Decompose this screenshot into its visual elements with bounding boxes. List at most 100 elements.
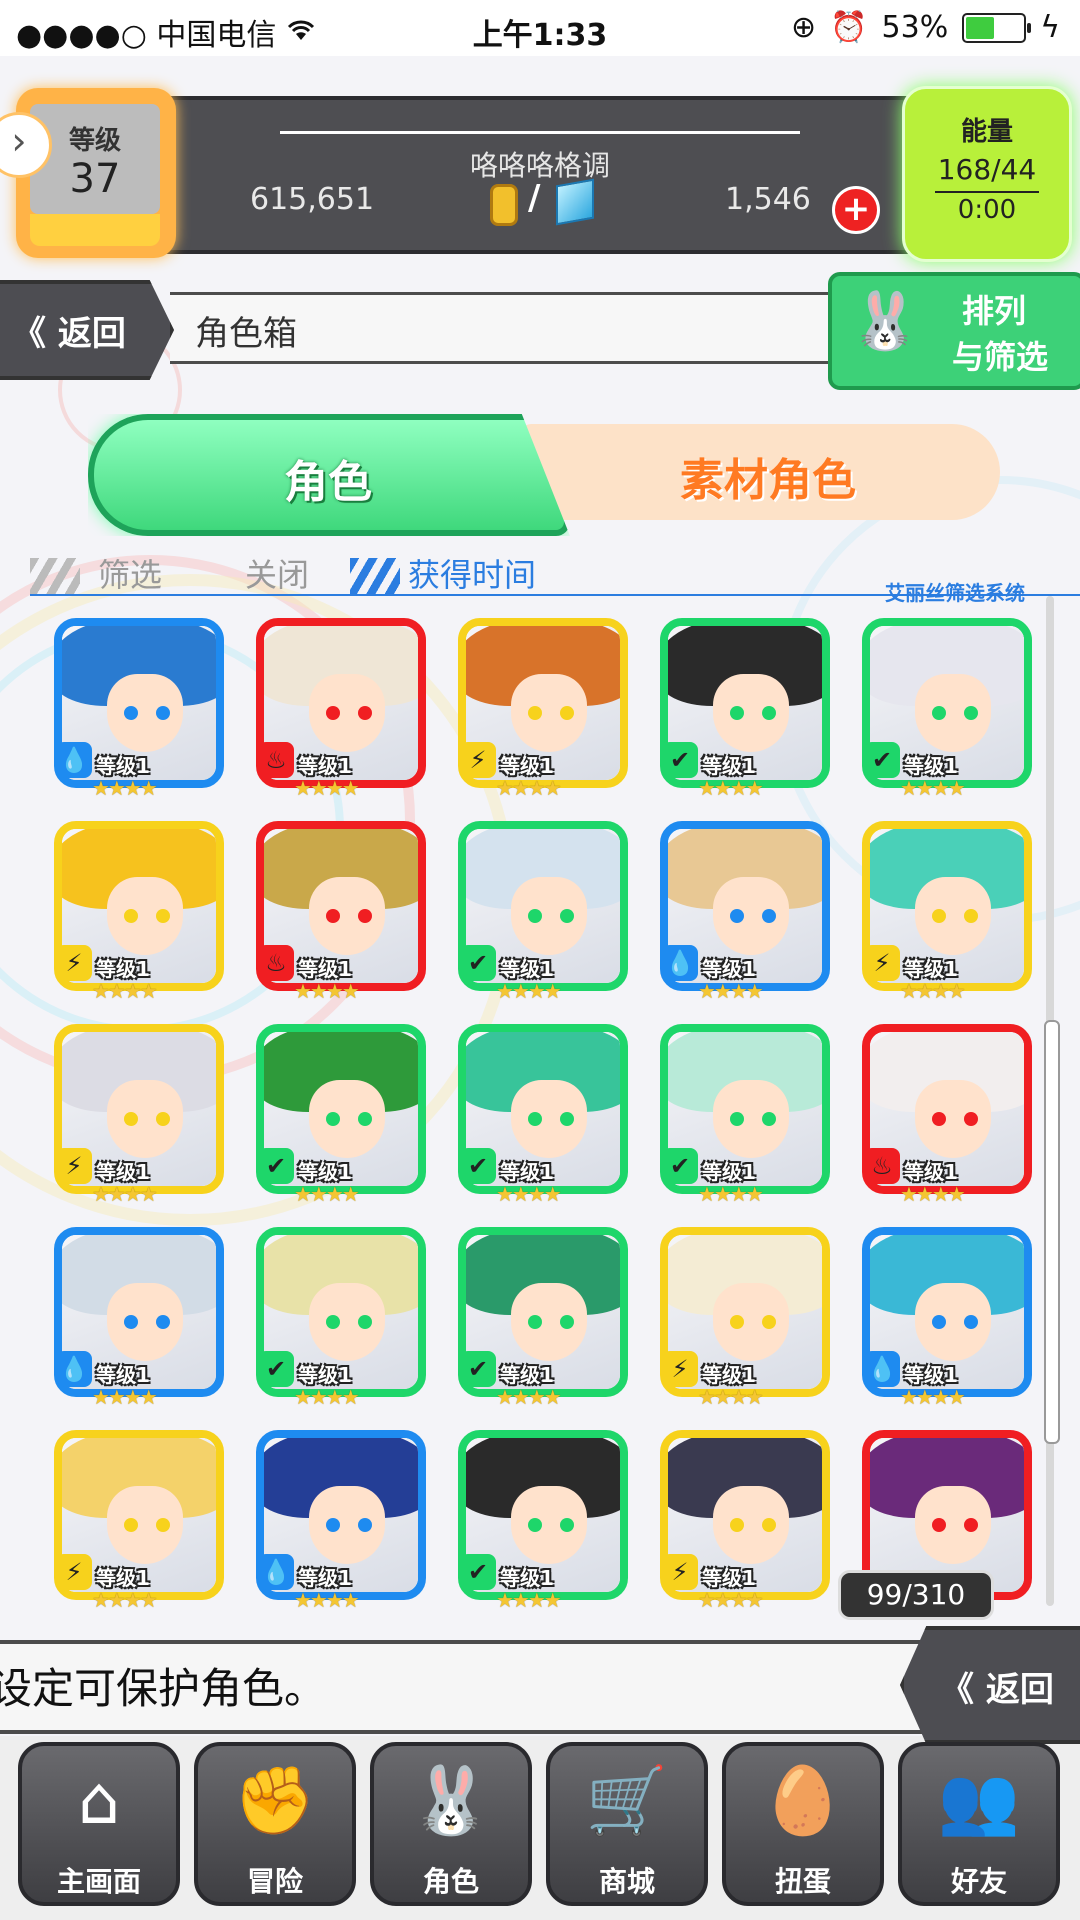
back-button-label: 《 返回: [12, 314, 126, 354]
wood-element-icon: ✔: [460, 1148, 496, 1184]
rarity-stars: ★★★★: [900, 776, 966, 800]
rarity-stars: ★★★★: [496, 776, 562, 800]
rotation-lock-icon: ⊕: [791, 10, 817, 45]
sort-label-line1: 排列: [962, 292, 1027, 330]
filter-stripe: [30, 558, 80, 594]
rarity-stars: ★★★★: [698, 776, 764, 800]
character-eye: [124, 1315, 138, 1329]
rarity-stars: ★★★★: [496, 1588, 562, 1612]
character-eye: [358, 1112, 372, 1126]
character-eye: [964, 1518, 978, 1532]
rarity-stars: ★★★★: [698, 1588, 764, 1612]
bunny-icon: 🐰: [850, 289, 920, 354]
character-eye: [156, 706, 170, 720]
card-level-label: 等级1: [904, 1160, 958, 1184]
character-eye: [358, 706, 372, 720]
water-element-icon: 💧: [864, 1351, 900, 1387]
sort-stripe: [350, 558, 400, 594]
wood-element-icon: ✔: [864, 742, 900, 778]
tab-material-characters[interactable]: 素材角色: [520, 424, 1000, 520]
page-title: 角色箱: [195, 314, 297, 354]
sort-filter-button[interactable]: 🐰 排列 与筛选: [828, 272, 1080, 390]
card-level-label: 等级1: [96, 1566, 150, 1590]
nav-button-cart[interactable]: 🛒 商城: [546, 1742, 708, 1906]
character-eye: [964, 706, 978, 720]
card-level-label: 等级1: [702, 957, 756, 981]
rarity-stars: ★★★★: [698, 1182, 764, 1206]
rarity-stars: ★★★★: [294, 979, 360, 1003]
wood-element-icon: ✔: [460, 1351, 496, 1387]
character-eye: [326, 909, 340, 923]
rarity-stars: ★★★★: [92, 776, 158, 800]
rarity-stars: ★★★★: [698, 1385, 764, 1409]
character-eye: [932, 706, 946, 720]
scrollbar-thumb[interactable]: [1044, 1020, 1060, 1444]
filter-value[interactable]: 关闭: [245, 550, 309, 596]
card-level-label: 等级1: [298, 1566, 352, 1590]
nav-button-friends[interactable]: 👥 好友: [898, 1742, 1060, 1906]
nav-button-egg[interactable]: 🥚 扭蛋: [722, 1742, 884, 1906]
nav-label: 主画面: [56, 1865, 141, 1898]
nav-button-home[interactable]: ⌂ 主画面: [18, 1742, 180, 1906]
wood-element-icon: ✔: [258, 1351, 294, 1387]
sort-order-label[interactable]: 获得时间: [408, 550, 536, 596]
card-level-label: 等级1: [702, 1363, 756, 1387]
card-level-label: 等级1: [904, 754, 958, 778]
character-face: [309, 1080, 385, 1158]
character-eye: [762, 1112, 776, 1126]
filter-label[interactable]: 筛选: [98, 550, 162, 596]
character-face: [915, 1486, 991, 1564]
rarity-stars: ★★★★: [900, 979, 966, 1003]
back-button[interactable]: 《 返回: [0, 280, 174, 380]
friends-icon: 👥: [937, 1762, 1021, 1839]
character-face: [511, 877, 587, 955]
sort-label-line2: 与筛选: [952, 338, 1049, 376]
nav-button-bunny[interactable]: 🐰 角色: [370, 1742, 532, 1906]
tab-characters-label: 角色: [284, 457, 372, 508]
character-eye: [560, 706, 574, 720]
character-face: [713, 1486, 789, 1564]
card-level-label: 等级1: [96, 1160, 150, 1184]
character-count: 99/310: [838, 1570, 994, 1620]
bunny-icon: 🐰: [409, 1762, 493, 1839]
energy-badge[interactable]: 能量 168/44 0:00: [902, 86, 1072, 262]
cart-icon: 🛒: [585, 1762, 669, 1839]
character-eye: [932, 909, 946, 923]
alarm-icon: ⏰: [830, 10, 868, 45]
tab-material-label: 素材角色: [680, 455, 856, 506]
water-element-icon: 💧: [662, 945, 698, 981]
wood-element-icon: ✔: [460, 945, 496, 981]
battery-percent: 53%: [881, 10, 949, 45]
nav-label: 扭蛋: [774, 1865, 831, 1898]
thunder-element-icon: ⚡: [662, 1351, 698, 1387]
character-face: [107, 1080, 183, 1158]
thunder-element-icon: ⚡: [56, 945, 92, 981]
card-level-label: 等级1: [500, 1566, 554, 1590]
exp-line: [280, 131, 800, 134]
nav-label: 商城: [598, 1865, 655, 1898]
player-level-badge[interactable]: 等级 37: [16, 88, 176, 258]
character-face: [107, 674, 183, 752]
rarity-stars: ★★★★: [294, 776, 360, 800]
rarity-stars: ★★★★: [900, 1385, 966, 1409]
card-level-label: 等级1: [500, 1363, 554, 1387]
rarity-stars: ★★★★: [92, 1385, 158, 1409]
fire-element-icon: ♨: [258, 742, 294, 778]
character-eye: [124, 1518, 138, 1532]
character-eye: [156, 1315, 170, 1329]
hint-message: 设定可保护角色。: [0, 1664, 327, 1713]
back-button-bottom-label: 《 返回: [940, 1670, 1054, 1710]
level-value: 37: [69, 156, 121, 202]
character-face: [511, 674, 587, 752]
character-face: [915, 674, 991, 752]
level-exp-bar: [30, 214, 160, 246]
energy-divider: [935, 191, 1039, 193]
buy-gems-button[interactable]: +: [832, 186, 880, 234]
character-face: [713, 877, 789, 955]
wood-element-icon: ✔: [460, 1554, 496, 1590]
tab-characters[interactable]: 角色: [88, 414, 570, 536]
character-face: [107, 1283, 183, 1361]
back-button-bottom[interactable]: 《 返回: [900, 1626, 1080, 1744]
character-face: [511, 1486, 587, 1564]
nav-button-handshake[interactable]: ✊ 冒险: [194, 1742, 356, 1906]
